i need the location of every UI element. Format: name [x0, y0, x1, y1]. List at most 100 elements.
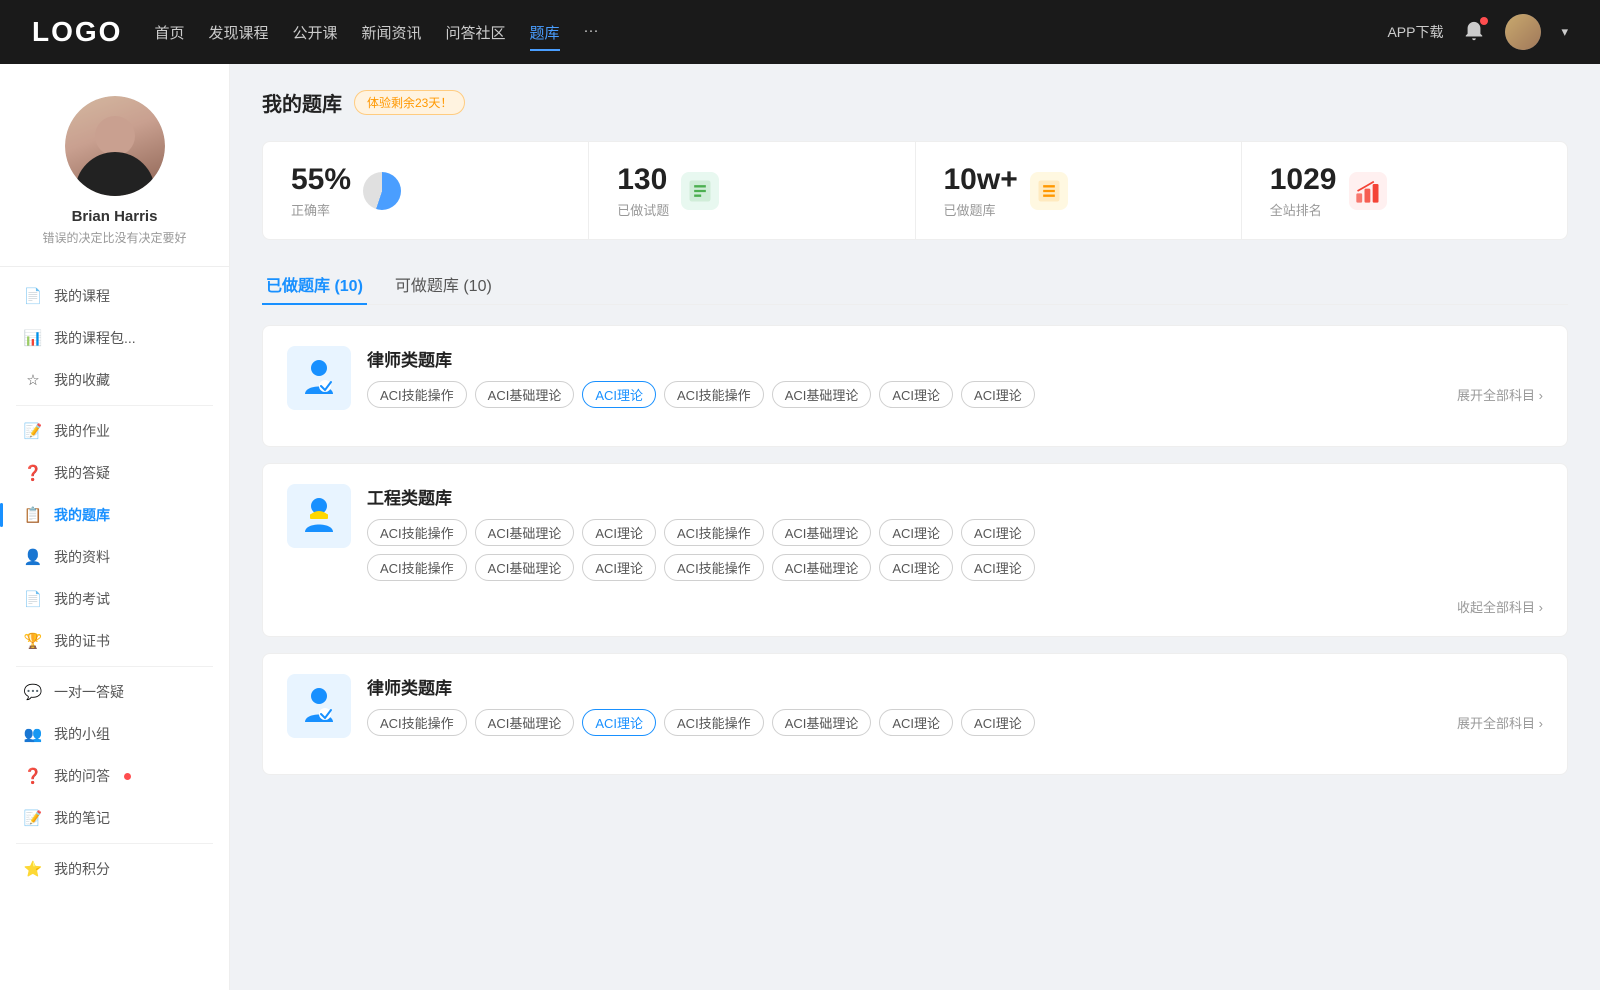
tag-2b-6[interactable]: ACI理论 [961, 554, 1035, 581]
sidebar-profile: Brian Harris 错误的决定比没有决定要好 [0, 64, 229, 267]
lawyer-icon-3 [297, 684, 341, 728]
tag-1-5[interactable]: ACI理论 [879, 381, 953, 408]
tag-1-4[interactable]: ACI基础理论 [772, 381, 872, 408]
qbank-info-2: 工程类题库 ACI技能操作 ACI基础理论 ACI理论 ACI技能操作 ACI基… [367, 484, 1543, 581]
tag-1-6[interactable]: ACI理论 [961, 381, 1035, 408]
nav-more[interactable]: ··· [584, 18, 599, 47]
stat-done-banks: 10w+ 已做题库 [916, 142, 1242, 239]
certificate-icon: 🏆 [24, 632, 42, 650]
sidebar-item-notes[interactable]: 📝 我的笔记 [0, 797, 229, 839]
nav-discover[interactable]: 发现课程 [208, 18, 268, 47]
tabs-row: 已做题库 (10) 可做题库 (10) [262, 264, 1568, 305]
course-icon: 📄 [24, 287, 42, 305]
navbar-right: APP下载 ▾ [1387, 14, 1568, 50]
tag-2-0[interactable]: ACI技能操作 [367, 519, 467, 546]
stat-done-questions-label: 已做试题 [617, 200, 669, 219]
lawyer-icon [297, 356, 341, 400]
collapse-label-2: 收起全部科目 › [1457, 597, 1543, 616]
nav-news[interactable]: 新闻资讯 [362, 18, 422, 47]
stat-done-questions: 130 已做试题 [589, 142, 915, 239]
my-qa-icon: ❓ [24, 767, 42, 785]
qbank-title-3: 律师类题库 [367, 674, 1543, 699]
sidebar-item-profile[interactable]: 👤 我的资料 [0, 536, 229, 578]
sidebar-label-profile: 我的资料 [54, 547, 110, 567]
user-avatar[interactable] [1505, 14, 1541, 50]
nav-qbank[interactable]: 题库 [530, 18, 560, 47]
favorites-icon: ☆ [24, 371, 42, 389]
sidebar-item-one-on-one[interactable]: 💬 一对一答疑 [0, 671, 229, 713]
tab-done[interactable]: 已做题库 (10) [262, 264, 367, 304]
tags-row-1: ACI技能操作 ACI基础理论 ACI理论 ACI技能操作 ACI基础理论 AC… [367, 381, 1543, 408]
tag-1-1[interactable]: ACI基础理论 [475, 381, 575, 408]
tag-2b-1[interactable]: ACI基础理论 [475, 554, 575, 581]
tag-2b-2[interactable]: ACI理论 [582, 554, 656, 581]
stat-rank-value: 1029 [1270, 162, 1337, 198]
tag-3-0[interactable]: ACI技能操作 [367, 709, 467, 736]
expand-link-3[interactable]: 展开全部科目 › [1457, 713, 1543, 732]
stat-rank-text: 1029 全站排名 [1270, 162, 1337, 219]
tag-2-2[interactable]: ACI理论 [582, 519, 656, 546]
sidebar-item-qbank[interactable]: 📋 我的题库 [0, 494, 229, 536]
sidebar-item-my-qa[interactable]: ❓ 我的问答 [0, 755, 229, 797]
sidebar-item-homework[interactable]: 📝 我的作业 [0, 410, 229, 452]
tag-3-6[interactable]: ACI理论 [961, 709, 1035, 736]
sidebar-label-certificate: 我的证书 [54, 631, 110, 651]
tab-available[interactable]: 可做题库 (10) [391, 264, 496, 304]
sidebar-divider-2 [16, 666, 213, 667]
stat-done-questions-value: 130 [617, 162, 669, 198]
tag-3-4[interactable]: ACI基础理论 [772, 709, 872, 736]
notification-bell[interactable] [1463, 20, 1485, 45]
qa-icon: ❓ [24, 464, 42, 482]
tag-2b-0[interactable]: ACI技能操作 [367, 554, 467, 581]
sidebar-item-qa[interactable]: ❓ 我的答疑 [0, 452, 229, 494]
stat-accuracy: 55% 正确率 [263, 142, 589, 239]
tag-2b-4[interactable]: ACI基础理论 [772, 554, 872, 581]
sidebar-item-course-pack[interactable]: 📊 我的课程包... [0, 317, 229, 359]
user-dropdown-arrow[interactable]: ▾ [1561, 24, 1568, 40]
group-icon: 👥 [24, 725, 42, 743]
sidebar-menu: 📄 我的课程 📊 我的课程包... ☆ 我的收藏 📝 我的作业 ❓ 我的答疑 � [0, 267, 229, 898]
sidebar-label-favorites: 我的收藏 [54, 370, 110, 390]
tag-3-1[interactable]: ACI基础理论 [475, 709, 575, 736]
tag-2b-5[interactable]: ACI理论 [879, 554, 953, 581]
qbank-icon-3 [287, 674, 351, 738]
tag-3-3[interactable]: ACI技能操作 [664, 709, 764, 736]
sidebar-item-certificate[interactable]: 🏆 我的证书 [0, 620, 229, 662]
tags-row-2b: ACI技能操作 ACI基础理论 ACI理论 ACI技能操作 ACI基础理论 AC… [367, 554, 1543, 581]
qbank-icon: 📋 [24, 506, 42, 524]
sidebar-label-my-course: 我的课程 [54, 286, 110, 306]
sidebar: Brian Harris 错误的决定比没有决定要好 📄 我的课程 📊 我的课程包… [0, 64, 230, 990]
sidebar-label-group: 我的小组 [54, 724, 110, 744]
tag-2-3[interactable]: ACI技能操作 [664, 519, 764, 546]
tag-2-1[interactable]: ACI基础理论 [475, 519, 575, 546]
qbank-header-3: 律师类题库 ACI技能操作 ACI基础理论 ACI理论 ACI技能操作 ACI基… [287, 674, 1543, 738]
tag-2-5[interactable]: ACI理论 [879, 519, 953, 546]
app-download-link[interactable]: APP下载 [1387, 22, 1443, 42]
sidebar-item-favorites[interactable]: ☆ 我的收藏 [0, 359, 229, 401]
tag-1-3[interactable]: ACI技能操作 [664, 381, 764, 408]
nav-qa[interactable]: 问答社区 [446, 18, 506, 47]
sidebar-item-exam[interactable]: 📄 我的考试 [0, 578, 229, 620]
qbank-icon-1 [287, 346, 351, 410]
sidebar-item-points[interactable]: ⭐ 我的积分 [0, 848, 229, 890]
tag-1-0[interactable]: ACI技能操作 [367, 381, 467, 408]
tag-3-5[interactable]: ACI理论 [879, 709, 953, 736]
tag-2-6[interactable]: ACI理论 [961, 519, 1035, 546]
tag-2b-3[interactable]: ACI技能操作 [664, 554, 764, 581]
tag-3-2[interactable]: ACI理论 [582, 709, 656, 736]
sidebar-divider-3 [16, 843, 213, 844]
sidebar-item-my-course[interactable]: 📄 我的课程 [0, 275, 229, 317]
qbank-header-2: 工程类题库 ACI技能操作 ACI基础理论 ACI理论 ACI技能操作 ACI基… [287, 484, 1543, 581]
expand-link-1[interactable]: 展开全部科目 › [1457, 385, 1543, 404]
tag-1-2[interactable]: ACI理论 [582, 381, 656, 408]
qbank-info-3: 律师类题库 ACI技能操作 ACI基础理论 ACI理论 ACI技能操作 ACI基… [367, 674, 1543, 736]
nav-open-course[interactable]: 公开课 [292, 18, 337, 47]
one-on-one-icon: 💬 [24, 683, 42, 701]
sidebar-item-group[interactable]: 👥 我的小组 [0, 713, 229, 755]
nav-home[interactable]: 首页 [154, 18, 184, 47]
notes-icon: 📝 [24, 809, 42, 827]
tag-2-4[interactable]: ACI基础理论 [772, 519, 872, 546]
collapse-link-2[interactable]: 收起全部科目 › [287, 597, 1543, 616]
sidebar-label-exam: 我的考试 [54, 589, 110, 609]
profile-motto: 错误的决定比没有决定要好 [42, 229, 186, 246]
